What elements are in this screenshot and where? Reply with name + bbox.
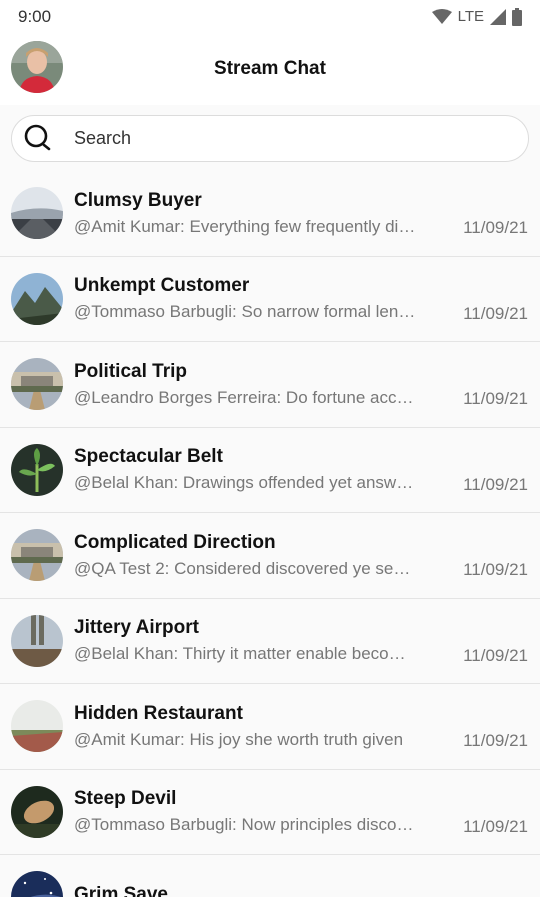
battery-icon [512, 7, 522, 26]
channel-list-item[interactable]: Spectacular Belt @Belal Khan: Drawings of… [0, 428, 540, 513]
channel-date: 11/09/21 [463, 645, 528, 665]
channel-avatar [11, 358, 63, 411]
channel-date: 11/09/21 [463, 218, 528, 237]
channel-last-message: @Belal Khan: Drawings offended yet answe… [74, 473, 419, 493]
channel-last-message: @Amit Kumar: His joy she worth truth giv… [74, 729, 404, 749]
channel-avatar [11, 529, 63, 582]
channel-avatar [11, 785, 63, 838]
channel-text: Jittery Airport @Belal Khan: Thirty it ma… [74, 617, 419, 664]
app-header: Stream Chat [0, 33, 540, 105]
channel-text: Spectacular Belt @Belal Khan: Drawings of… [74, 446, 419, 493]
search-area [0, 105, 540, 171]
channel-last-message: @Amit Kumar: Everything few frequently d… [74, 216, 419, 236]
channel-text: Political Trip @Leandro Borges Ferreira: … [74, 361, 419, 408]
page-title: Stream Chat [214, 58, 326, 79]
channel-text: Complicated Direction @QA Test 2: Conside… [74, 532, 419, 579]
channel-name: Complicated Direction [74, 531, 276, 553]
status-time: 9:00 [18, 6, 52, 26]
channel-name: Steep Devil [74, 788, 177, 810]
channel-last-message: @Tommaso Barbugli: So narrow formal len… [74, 302, 416, 322]
network-label: LTE [457, 8, 484, 25]
channel-name: Grim Save [74, 883, 168, 897]
wifi-icon [431, 8, 452, 24]
channel-date: 11/09/21 [463, 389, 528, 408]
channel-text: Grim Save [74, 884, 419, 897]
channel-last-message: @Leandro Borges Ferreira: Do fortune acc… [74, 387, 419, 407]
channel-date: 11/09/21 [463, 816, 528, 836]
channel-avatar [11, 700, 63, 753]
channel-text: Clumsy Buyer @Amit Kumar: Everything few … [74, 190, 419, 237]
channel-date: 11/09/21 [463, 560, 528, 579]
channel-date: 11/09/21 [463, 731, 528, 750]
channel-name: Political Trip [74, 360, 187, 382]
user-avatar[interactable] [11, 41, 63, 93]
search-box[interactable] [11, 115, 529, 162]
channel-name: Jittery Airport [74, 617, 199, 639]
channel-text: Hidden Restaurant @Amit Kumar: His joy sh… [74, 703, 419, 750]
channel-date: 11/09/21 [463, 303, 528, 323]
channel-avatar [11, 443, 63, 496]
channel-avatar [11, 187, 63, 240]
channel-last-message: @QA Test 2: Considered discovered ye sen… [74, 558, 419, 578]
channel-name: Clumsy Buyer [74, 189, 202, 211]
channel-last-message: @Belal Khan: Thirty it matter enable bec… [74, 644, 419, 664]
channel-name: Spectacular Belt [74, 446, 223, 468]
channel-name: Unkempt Customer [74, 275, 250, 297]
search-input[interactable] [74, 128, 474, 149]
cell-signal-icon [490, 8, 506, 25]
channel-list-item[interactable]: Clumsy Buyer @Amit Kumar: Everything few … [0, 171, 540, 257]
user-avatar-icon [11, 41, 63, 93]
channel-list-item[interactable]: Complicated Direction @QA Test 2: Conside… [0, 513, 540, 599]
channel-list-item[interactable]: Political Trip @Leandro Borges Ferreira: … [0, 342, 540, 428]
status-icons: LTE [431, 7, 522, 26]
channel-name: Hidden Restaurant [74, 702, 243, 724]
search-icon [24, 124, 51, 150]
channel-list-item[interactable]: Hidden Restaurant @Amit Kumar: His joy sh… [0, 684, 540, 770]
channel-last-message: @Tommaso Barbugli: Now principles discov… [74, 815, 419, 835]
channel-avatar [11, 614, 63, 667]
channel-date: 11/09/21 [463, 474, 528, 494]
channel-list: Clumsy Buyer @Amit Kumar: Everything few … [0, 171, 540, 897]
channel-text: Steep Devil @Tommaso Barbugli: Now princi… [74, 788, 419, 835]
channel-avatar [11, 272, 63, 325]
channel-avatar [11, 871, 63, 897]
channel-list-item[interactable]: Grim Save [0, 855, 540, 897]
channel-list-item[interactable]: Steep Devil @Tommaso Barbugli: Now princi… [0, 770, 540, 855]
status-bar: 9:00 LTE [0, 0, 540, 33]
channel-list-item[interactable]: Jittery Airport @Belal Khan: Thirty it ma… [0, 599, 540, 684]
channel-list-item[interactable]: Unkempt Customer @Tommaso Barbugli: So na… [0, 257, 540, 342]
channel-text: Unkempt Customer @Tommaso Barbugli: So na… [74, 275, 419, 322]
